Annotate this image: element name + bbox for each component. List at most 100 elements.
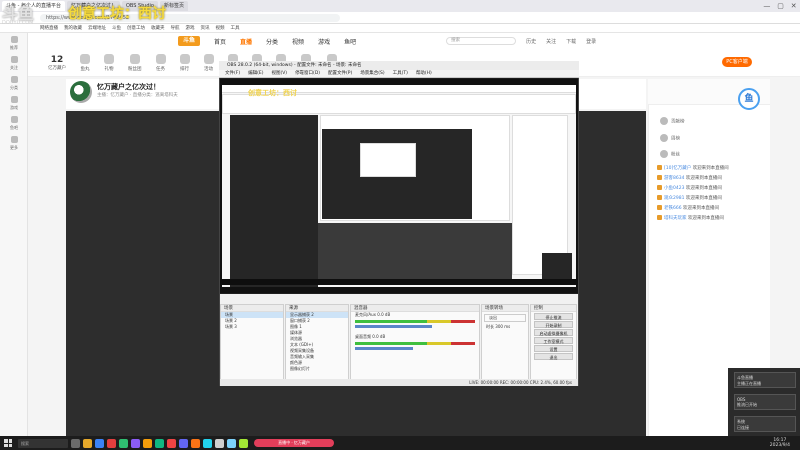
bookmark-item[interactable]: 视频 [216, 25, 225, 31]
toolbar-item[interactable]: 任务 [155, 53, 166, 72]
rank-item[interactable]: 周榜 [660, 134, 680, 142]
rail-label: 游戏 [10, 104, 18, 110]
rail-item-more[interactable]: 更多 [0, 133, 28, 153]
obs-menu-item[interactable]: 工具(T) [393, 70, 408, 77]
taskbar-app-icon[interactable] [227, 438, 236, 448]
taskbar-app-icon[interactable] [95, 438, 104, 448]
login-button[interactable]: 登录 [586, 38, 596, 45]
obs-preview[interactable] [220, 79, 578, 293]
rail-item-recommend[interactable]: 推荐 [0, 33, 28, 53]
transition-select[interactable]: 淡出 [484, 314, 526, 322]
taskbar-app-icon[interactable] [119, 438, 128, 448]
settings-button[interactable]: 设置 [534, 345, 573, 352]
obs-menu-item[interactable]: 视图(V) [271, 70, 287, 77]
level-badge-icon [657, 165, 662, 170]
bookmark-item[interactable]: 工具 [231, 25, 240, 31]
rail-item-game[interactable]: 游戏 [0, 93, 28, 113]
scene-item[interactable]: 场景 3 [221, 324, 283, 330]
minimize-icon[interactable]: — [763, 2, 770, 10]
bookmark-item[interactable]: 收藏夹 [151, 25, 165, 31]
taskbar-app-icon[interactable] [155, 438, 164, 448]
toolbar-label: 礼物 [104, 66, 114, 72]
toolbar-item[interactable]: 活动 [203, 53, 214, 72]
toolbar-item[interactable]: 粉丝团 [128, 53, 142, 72]
taskbar-app-icon[interactable] [167, 438, 176, 448]
taskbar-app-icon[interactable] [131, 438, 140, 448]
bookmark-item[interactable]: 游戏 [186, 25, 195, 31]
volume-slider[interactable] [355, 325, 432, 328]
bookmark-item[interactable]: 网络直播 [40, 25, 58, 31]
nav-link-forum[interactable]: 鱼吧 [344, 37, 356, 46]
follow-button[interactable]: 关注 [546, 38, 556, 45]
obs-menu-item[interactable]: 场景集合(S) [360, 70, 384, 77]
toolbar-item[interactable]: 排行 [179, 53, 190, 72]
bookmark-item[interactable]: 导航 [171, 25, 180, 31]
taskbar-app-icon[interactable] [191, 438, 200, 448]
rail-item-follow[interactable]: 关注 [0, 53, 28, 73]
taskbar-app-icon[interactable] [71, 438, 80, 448]
bookmark-item[interactable]: 云端地址 [88, 25, 106, 31]
notification-toast[interactable]: 斗鱼直播 主播正在直播 [734, 372, 796, 388]
nav-link-game[interactable]: 游戏 [318, 37, 330, 46]
taskbar-app-icon[interactable] [203, 438, 212, 448]
rail-item-forum[interactable]: 鱼吧 [0, 113, 28, 133]
taskbar-search[interactable]: 搜索 [18, 438, 68, 448]
duration-field[interactable]: 时长 300 ms [482, 324, 528, 330]
taskbar-app-icon[interactable] [83, 438, 92, 448]
taskbar-app-icon[interactable] [215, 438, 224, 448]
rank-item[interactable]: 贡献榜 [660, 117, 685, 125]
obs-menu-item[interactable]: 编辑(E) [248, 70, 263, 77]
source-item[interactable]: 图像幻灯片 [286, 366, 348, 372]
download-button[interactable]: 下载 [566, 38, 576, 45]
live-indicator-pill[interactable]: 直播中 · 忆万藏户 [254, 439, 334, 447]
chat-message: 塔科夫玩家 欢迎来到本直播间 [657, 215, 724, 221]
site-nav: 斗鱼 首页 直播 分类 视频 游戏 鱼吧 搜索 历史 关注 下载 登录 [28, 33, 800, 49]
close-icon[interactable]: ✕ [791, 2, 797, 10]
notification-toast[interactable]: OBS 推流已开始 [734, 394, 796, 410]
taskbar-app-icon[interactable] [143, 438, 152, 448]
nav-link-live[interactable]: 直播 [240, 37, 252, 46]
taskbar-app-icon[interactable] [107, 438, 116, 448]
rank-item[interactable]: 粉丝 [660, 150, 680, 158]
nested-taskbar [220, 279, 578, 285]
taskbar-app-icon[interactable] [239, 438, 248, 448]
obs-menu-item[interactable]: 停靠窗口(D) [295, 70, 320, 77]
site-search-input[interactable]: 搜索 [446, 37, 517, 45]
nav-link-category[interactable]: 分类 [266, 37, 278, 46]
studio-mode-button[interactable]: 工作室模式 [534, 337, 573, 344]
bookmark-item[interactable]: 资讯 [201, 25, 210, 31]
start-recording-button[interactable]: 开始录制 [534, 321, 573, 328]
obs-menu-item[interactable]: 帮助(H) [416, 70, 432, 77]
pc-client-button[interactable]: PC客户端 [722, 57, 752, 67]
exit-button[interactable]: 退出 [534, 353, 573, 360]
streamer-avatar[interactable] [70, 81, 92, 103]
taskbar-app-icon[interactable] [179, 438, 188, 448]
obs-menu-item[interactable]: 配置文件(P) [328, 70, 352, 77]
volume-slider[interactable] [355, 347, 413, 350]
bookmark-item[interactable]: 创意工坊 [127, 25, 145, 31]
windows-start-icon[interactable] [2, 437, 14, 449]
virtual-camera-button[interactable]: 启动虚拟摄像机 [534, 329, 573, 336]
task-icon [155, 53, 166, 64]
bookmark-item[interactable]: 我的收藏 [64, 25, 82, 31]
stop-streaming-button[interactable]: 停止推流 [534, 313, 573, 320]
mascot-icon[interactable]: 鱼 [738, 88, 760, 110]
bookmark-item[interactable]: 斗鱼 [112, 25, 121, 31]
level-badge-icon [657, 215, 662, 220]
nav-link-home[interactable]: 首页 [214, 37, 226, 46]
system-clock[interactable]: 16:17 2023/9/4 [770, 438, 790, 448]
toolbar-item[interactable]: 鱼丸 [80, 53, 90, 72]
avatar [660, 134, 668, 142]
history-button[interactable]: 历史 [526, 38, 536, 45]
nested-obs-lower [318, 223, 512, 281]
maximize-icon[interactable]: ▢ [777, 2, 784, 10]
toolbar-label: 任务 [156, 66, 165, 72]
obs-menu-item[interactable]: 文件(F) [225, 70, 240, 77]
obs-docks: 场景 场景 场景 2 场景 3 来源 显示器捕获 2 窗口捕获 2 图像 1 媒… [220, 294, 578, 386]
site-logo[interactable]: 斗鱼 [178, 36, 200, 46]
nav-link-video[interactable]: 视频 [292, 37, 304, 46]
notification-toast[interactable]: 系统 已连接 [734, 416, 796, 432]
obs-status-bar: LIVE: 00:00:00 REC: 00:00:00 CPU: 2.4%, … [220, 379, 578, 386]
toolbar-item[interactable]: 礼物 [104, 53, 114, 72]
rail-item-category[interactable]: 分类 [0, 73, 28, 93]
